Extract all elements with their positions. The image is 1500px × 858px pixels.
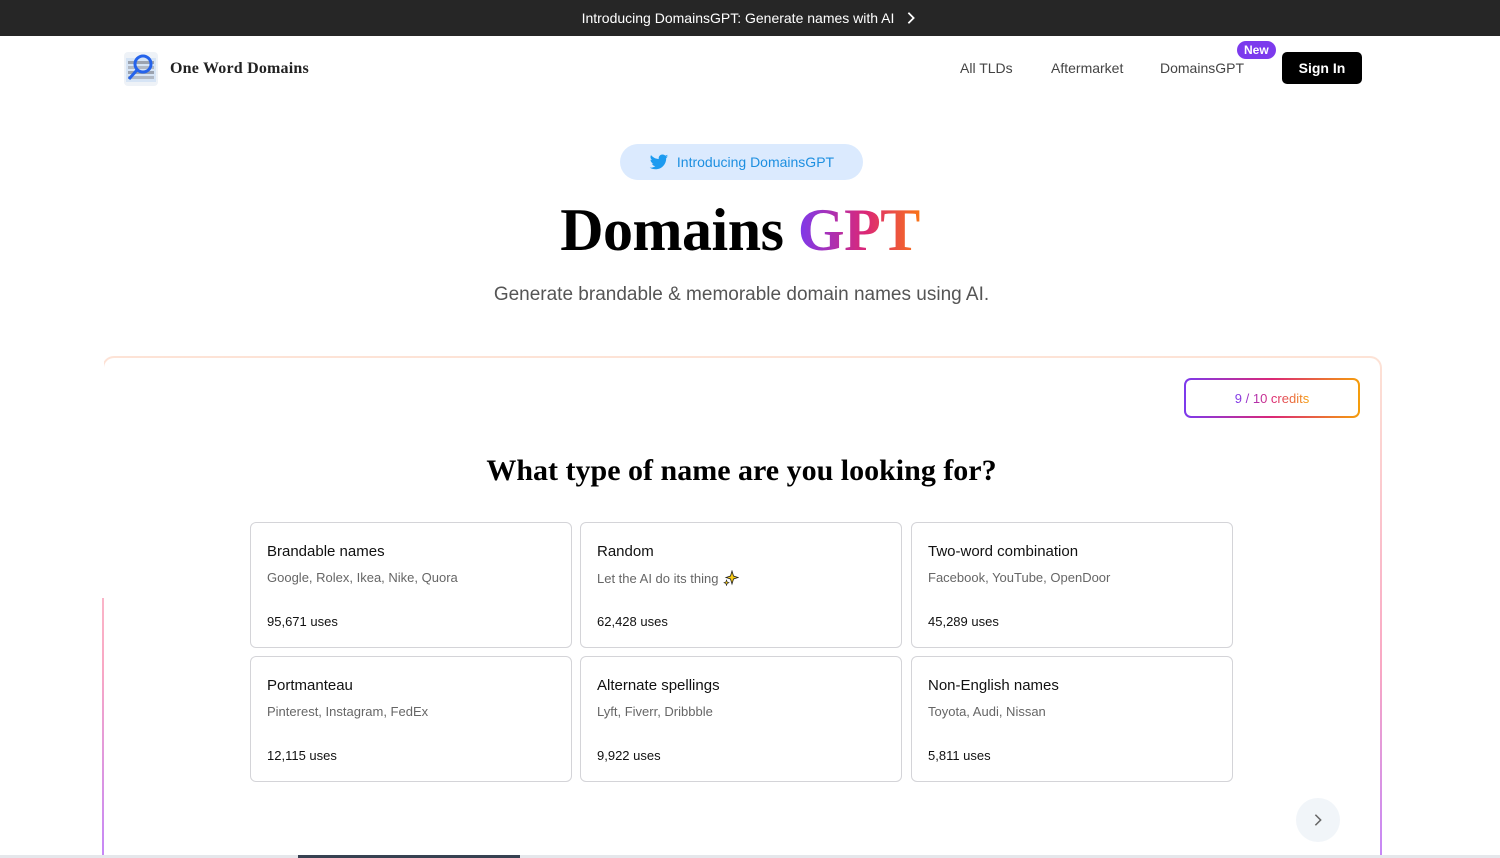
card-description: Pinterest, Instagram, FedEx bbox=[267, 704, 428, 719]
hero-title-main: Domains bbox=[560, 197, 784, 263]
chevron-right-icon bbox=[1314, 814, 1322, 826]
brand-logo-icon bbox=[124, 52, 158, 86]
twitter-bird-icon bbox=[649, 154, 669, 170]
card-description-text: Facebook, YouTube, OpenDoor bbox=[928, 570, 1111, 585]
name-type-card-brandable[interactable]: Brandable names Google, Rolex, Ikea, Nik… bbox=[250, 522, 572, 648]
card-description-text: Pinterest, Instagram, FedEx bbox=[267, 704, 429, 719]
hero-title: Domains GPT bbox=[0, 196, 1480, 265]
brand-home-link[interactable]: One Word Domains bbox=[124, 52, 309, 86]
brand-name: One Word Domains bbox=[170, 60, 309, 77]
card-description: Let the AI do its thing bbox=[597, 570, 740, 586]
card-description-text: Google, Rolex, Ikea, Nike, Quora bbox=[267, 570, 458, 585]
introducing-pill-label: Introducing DomainsGPT bbox=[676, 154, 835, 170]
card-description-text: Let the AI do its thing bbox=[597, 570, 719, 586]
card-title: Random bbox=[597, 543, 654, 560]
card-uses-count: 45,289 uses bbox=[928, 614, 999, 629]
announcement-banner: Introducing DomainsGPT: Generate names w… bbox=[0, 0, 1500, 36]
credits-label: 9 / 10 credits bbox=[1234, 390, 1310, 406]
card-description-text: Toyota, Audi, Nissan bbox=[928, 704, 1046, 719]
card-title: Non-English names bbox=[928, 677, 1059, 694]
nav-link-domainsgpt[interactable]: DomainsGPT bbox=[1160, 60, 1244, 76]
credits-badge[interactable]: 9 / 10 credits bbox=[1184, 378, 1360, 418]
name-type-card-portmanteau[interactable]: Portmanteau Pinterest, Instagram, FedEx … bbox=[250, 656, 572, 782]
sign-in-button[interactable]: Sign In bbox=[1282, 52, 1362, 84]
card-title: Brandable names bbox=[267, 543, 385, 560]
card-description: Toyota, Audi, Nissan bbox=[928, 704, 1046, 719]
hero-subtitle: Generate brandable & memorable domain na… bbox=[493, 284, 990, 305]
nav-link-aftermarket[interactable]: Aftermarket bbox=[1051, 60, 1123, 76]
introducing-pill[interactable]: Introducing DomainsGPT bbox=[620, 144, 863, 180]
announcement-link[interactable]: Introducing DomainsGPT: Generate names w… bbox=[582, 10, 919, 26]
name-type-question: What type of name are you looking for? bbox=[486, 454, 997, 487]
name-type-card-non-english[interactable]: Non-English names Toyota, Audi, Nissan 5… bbox=[911, 656, 1233, 782]
card-description-text: Lyft, Fiverr, Dribbble bbox=[597, 704, 713, 719]
announcement-text: Introducing DomainsGPT: Generate names w… bbox=[581, 10, 895, 26]
sparkles-icon bbox=[723, 570, 740, 586]
card-uses-count: 5,811 uses bbox=[928, 748, 991, 763]
name-type-card-alternate-spellings[interactable]: Alternate spellings Lyft, Fiverr, Dribbb… bbox=[580, 656, 902, 782]
top-nav: One Word Domains All TLDs Aftermarket Do… bbox=[0, 36, 1500, 100]
card-title: Alternate spellings bbox=[597, 677, 720, 694]
nav-link-all-tlds[interactable]: All TLDs bbox=[960, 60, 1013, 76]
card-description: Facebook, YouTube, OpenDoor bbox=[928, 570, 1110, 585]
card-uses-count: 12,115 uses bbox=[267, 748, 337, 763]
chevron-right-icon bbox=[908, 12, 916, 24]
hero-title-accent: GPT bbox=[797, 197, 920, 263]
card-title: Portmanteau bbox=[267, 677, 353, 694]
card-title: Two-word combination bbox=[928, 543, 1079, 560]
card-description: Google, Rolex, Ikea, Nike, Quora bbox=[267, 570, 458, 585]
card-uses-count: 9,922 uses bbox=[597, 748, 661, 763]
name-type-card-two-word[interactable]: Two-word combination Facebook, YouTube, … bbox=[911, 522, 1233, 648]
card-uses-count: 62,428 uses bbox=[597, 614, 668, 629]
card-uses-count: 95,671 uses bbox=[267, 614, 338, 629]
next-step-button[interactable] bbox=[1296, 798, 1340, 842]
new-badge: New bbox=[1237, 41, 1276, 59]
card-description: Lyft, Fiverr, Dribbble bbox=[597, 704, 713, 719]
name-type-card-random[interactable]: Random Let the AI do its thing 62,428 us… bbox=[580, 522, 902, 648]
